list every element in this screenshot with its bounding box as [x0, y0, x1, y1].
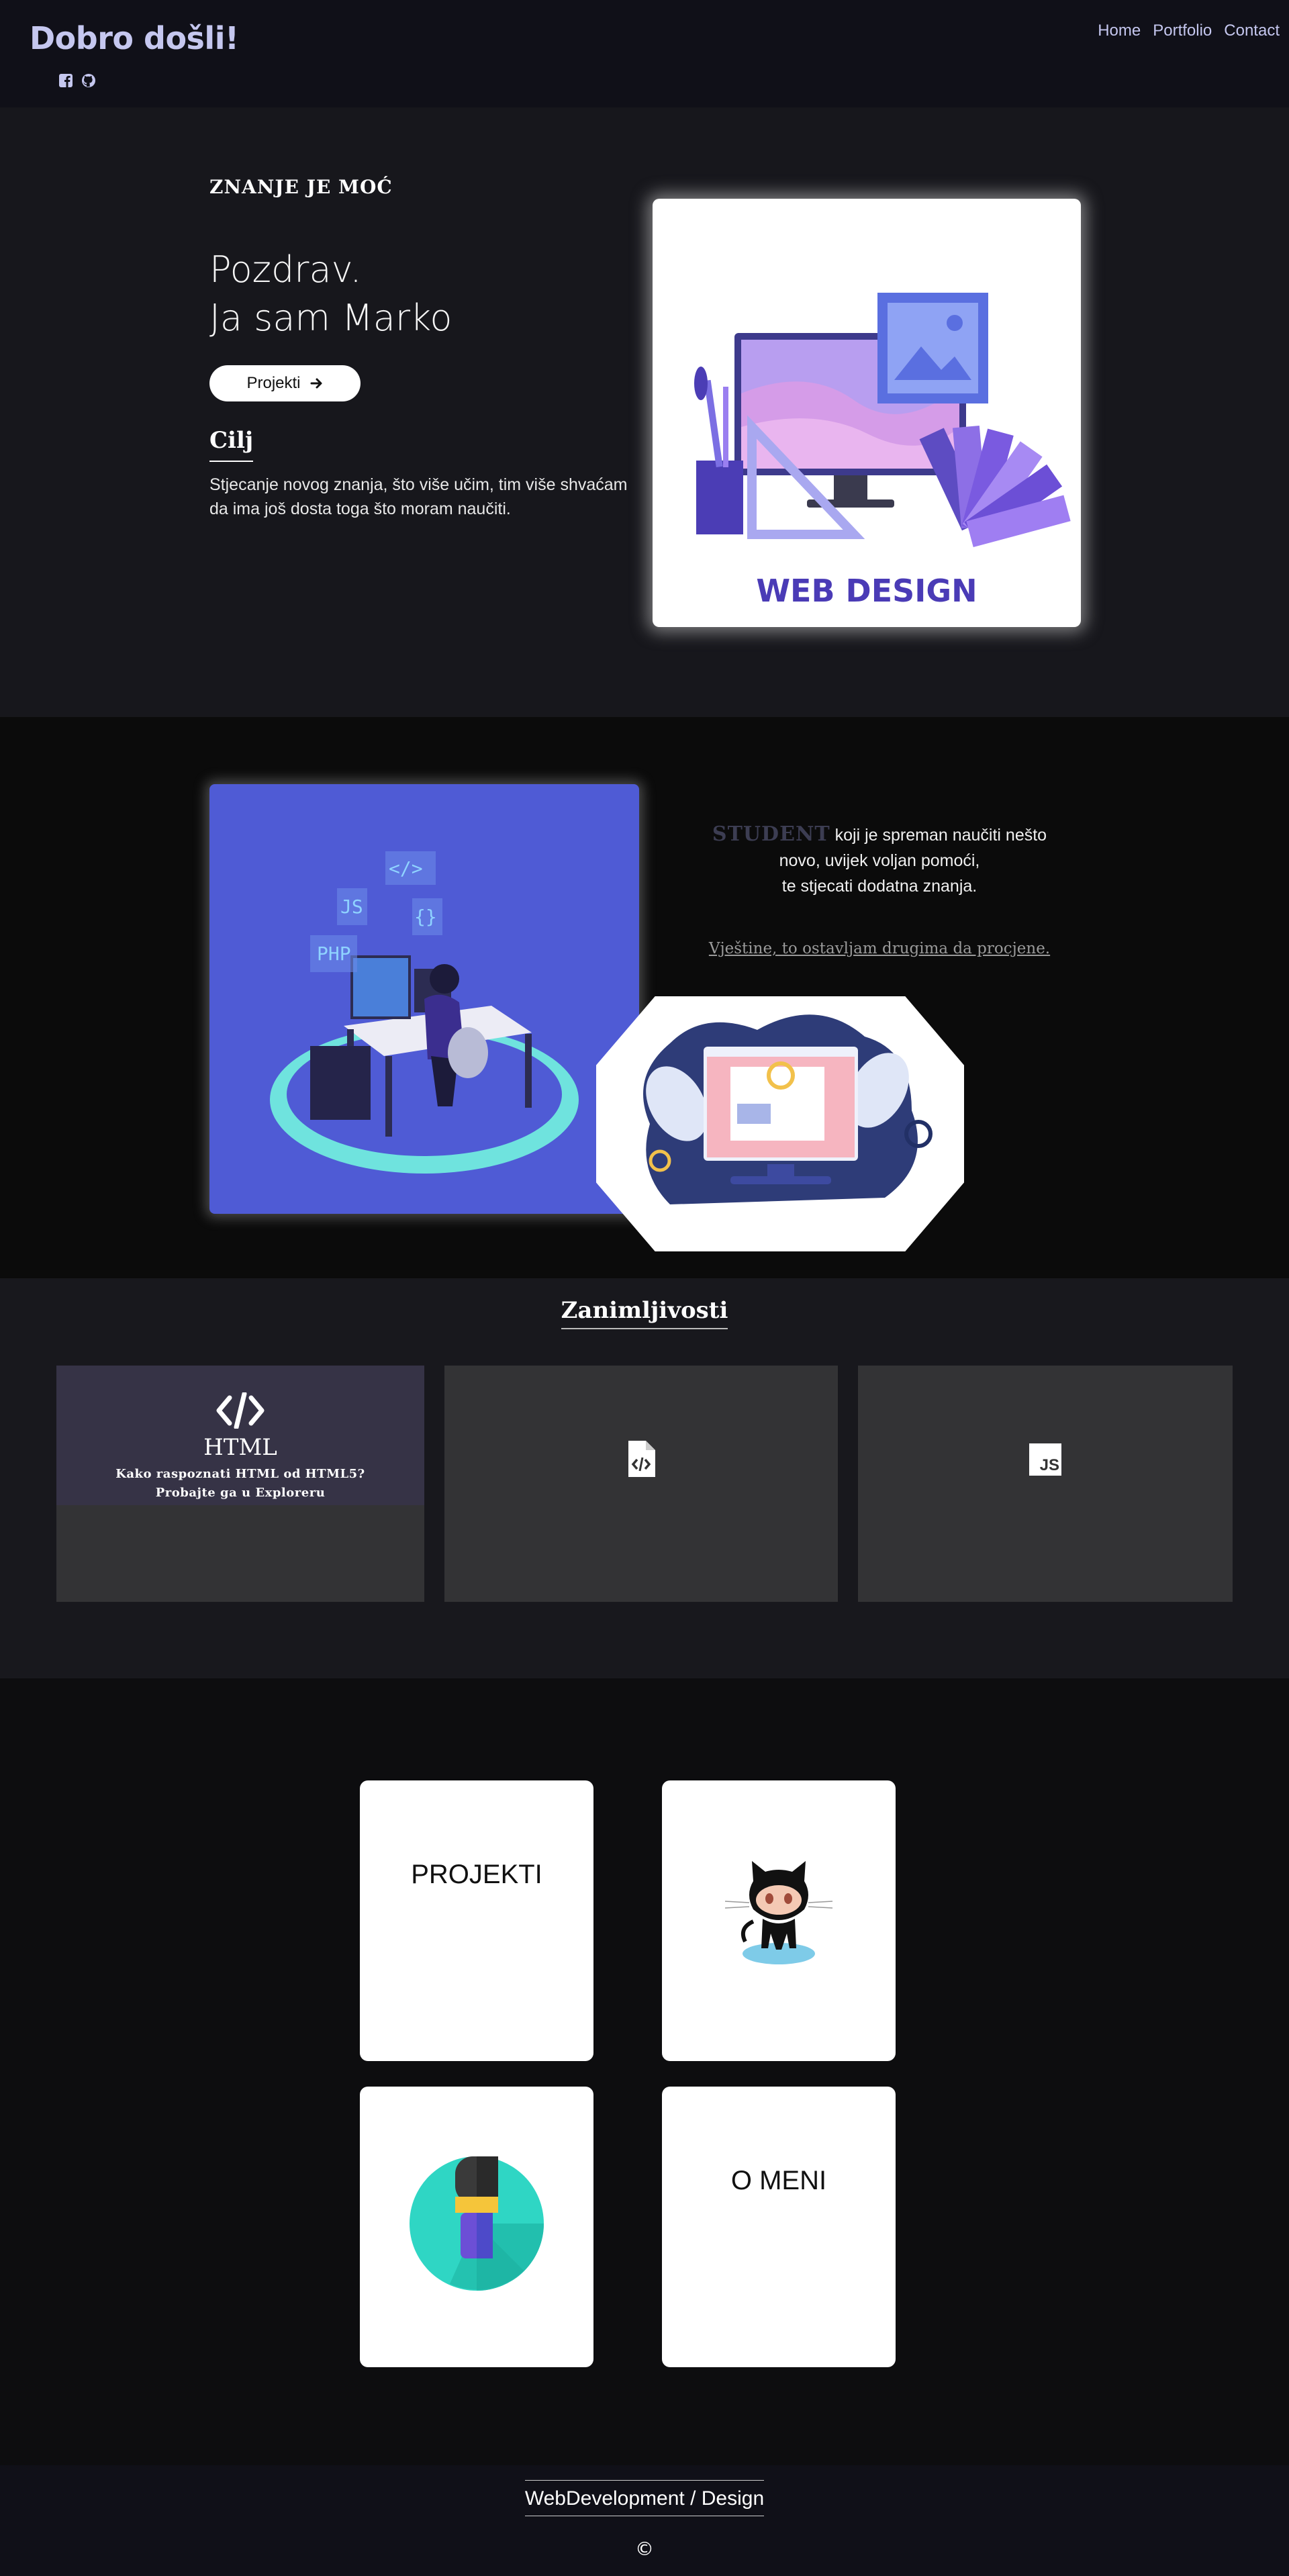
web-design-illustration: WEB DESIGN [653, 199, 1081, 627]
microphone-icon [410, 2156, 544, 2291]
navbar: Dobro došli! Home Portfolio Contact [0, 0, 1289, 107]
social-links [58, 73, 97, 89]
developer-illustration: PHP JS </> {} [209, 784, 639, 1214]
navigation-tiles: PROJEKTI O MENI [0, 1678, 1289, 2465]
goal-heading: Cilj [209, 427, 254, 462]
skills-link[interactable]: Vještine, to ostavljam drugima da procje… [671, 940, 1088, 957]
card-html[interactable]: HTML Kako raspoznati HTML od HTML5? Prob… [56, 1366, 424, 1602]
about-line-3: te stjecati dodatna znanja. [781, 877, 977, 896]
about-line-1: STUDENT koji je spreman naučiti nešto [671, 822, 1088, 848]
tile-projekti-label: PROJEKTI [411, 1860, 542, 1889]
tag-braces: {} [414, 906, 437, 928]
arrow-right-icon [310, 378, 322, 389]
brand-title[interactable]: Dobro došli! [30, 20, 239, 56]
tag-code: </> [389, 857, 423, 879]
projekti-button-label: Projekti [246, 374, 301, 392]
hero-section: ZNANJE JE MOĆ Pozdrav. Ja sam Marko Proj… [0, 107, 1289, 717]
tile-o-meni[interactable]: O MENI [662, 2087, 896, 2367]
about-line-1-text: koji je spreman naučiti nešto [834, 826, 1047, 845]
nav-links: Home Portfolio Contact [1098, 21, 1280, 40]
interests-title: Zanimljivosti [561, 1297, 728, 1329]
js-badge-label: JS [1039, 1456, 1059, 1474]
greeting-line-1: Pozdrav. [209, 248, 362, 291]
web-design-caption: WEB DESIGN [756, 573, 977, 609]
about-text: STUDENT koji je spreman naučiti nešto no… [671, 822, 1088, 899]
card-html-title: HTML [203, 1434, 277, 1461]
card-html-subtitle: Kako raspoznati HTML od HTML5? Probajte … [115, 1467, 365, 1500]
tile-o-meni-label: O MENI [730, 2166, 827, 2195]
tile-microphone[interactable] [360, 2087, 593, 2367]
greeting-line-2: Ja sam Marko [209, 297, 452, 339]
card-js[interactable]: JS [858, 1366, 1233, 1602]
js-icon: JS [1029, 1443, 1061, 1476]
goal-text: Stjecanje novog znanja, što više učim, t… [209, 475, 628, 518]
tag-js: JS [340, 896, 363, 918]
tag-php: PHP [317, 943, 351, 965]
facebook-square-icon[interactable] [58, 73, 74, 89]
tile-github[interactable] [662, 1780, 896, 2061]
code-icon [216, 1392, 265, 1429]
github-octocat-icon [724, 1861, 833, 1964]
nav-link-portfolio[interactable]: Portfolio [1153, 21, 1212, 40]
web-dev-octagon-illustration [596, 996, 964, 1251]
about-section: PHP JS </> {} STUDENT koji je spreman na… [0, 717, 1289, 1278]
hero-eyebrow: ZNANJE JE MOĆ [209, 176, 393, 198]
nav-link-contact[interactable]: Contact [1224, 21, 1280, 40]
card-file-code[interactable] [444, 1366, 838, 1602]
footer-link[interactable]: WebDevelopment / Design [524, 2480, 765, 2516]
nav-link-home[interactable]: Home [1098, 21, 1141, 40]
student-label: STUDENT [712, 822, 830, 846]
footer: WebDevelopment / Design © [0, 2465, 1289, 2576]
interests-section: Zanimljivosti HTML Kako raspoznati HTML … [0, 1278, 1289, 1678]
tile-projekti[interactable]: PROJEKTI [360, 1780, 593, 2061]
file-code-icon [628, 1441, 655, 1477]
github-icon[interactable] [81, 73, 97, 89]
about-line-2: novo, uvijek voljan pomoći, [779, 851, 980, 870]
copyright: © [635, 2538, 654, 2560]
hero-greeting: Pozdrav. Ja sam Marko [209, 246, 452, 342]
projekti-button[interactable]: Projekti [209, 365, 361, 401]
